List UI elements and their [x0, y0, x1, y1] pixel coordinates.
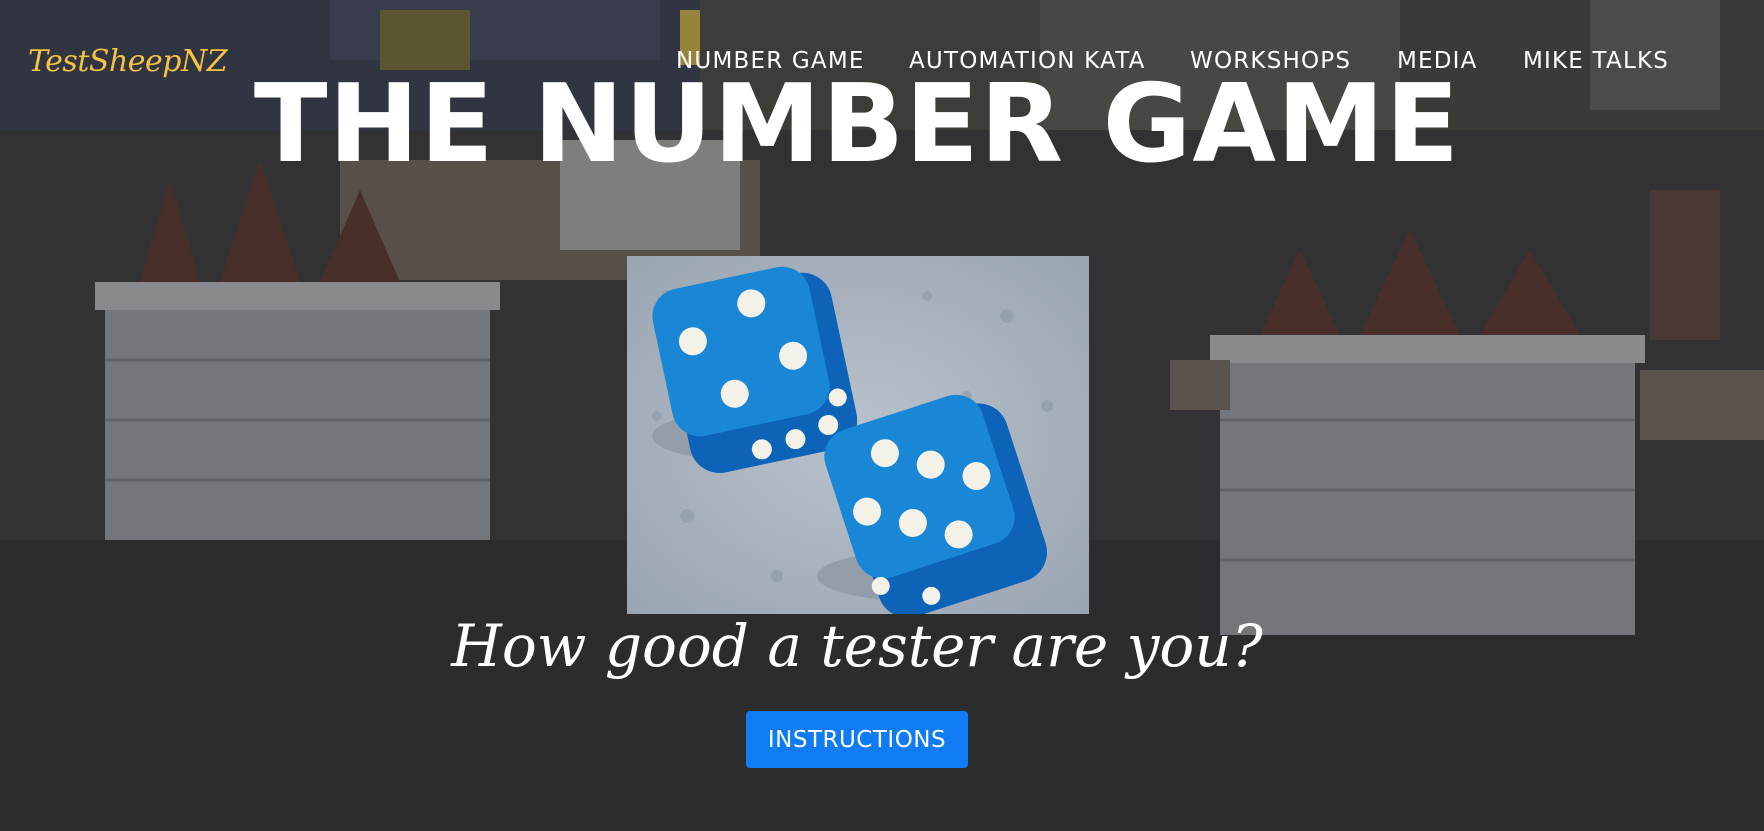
page-title: THE NUMBER GAME: [253, 62, 1461, 187]
dice-image: [627, 256, 1089, 614]
tagline: How good a tester are you?: [451, 612, 1263, 680]
instructions-button[interactable]: INSTRUCTIONS: [746, 711, 968, 768]
page: TestSheepNZ NUMBER GAME AUTOMATION KATA …: [0, 0, 1764, 831]
